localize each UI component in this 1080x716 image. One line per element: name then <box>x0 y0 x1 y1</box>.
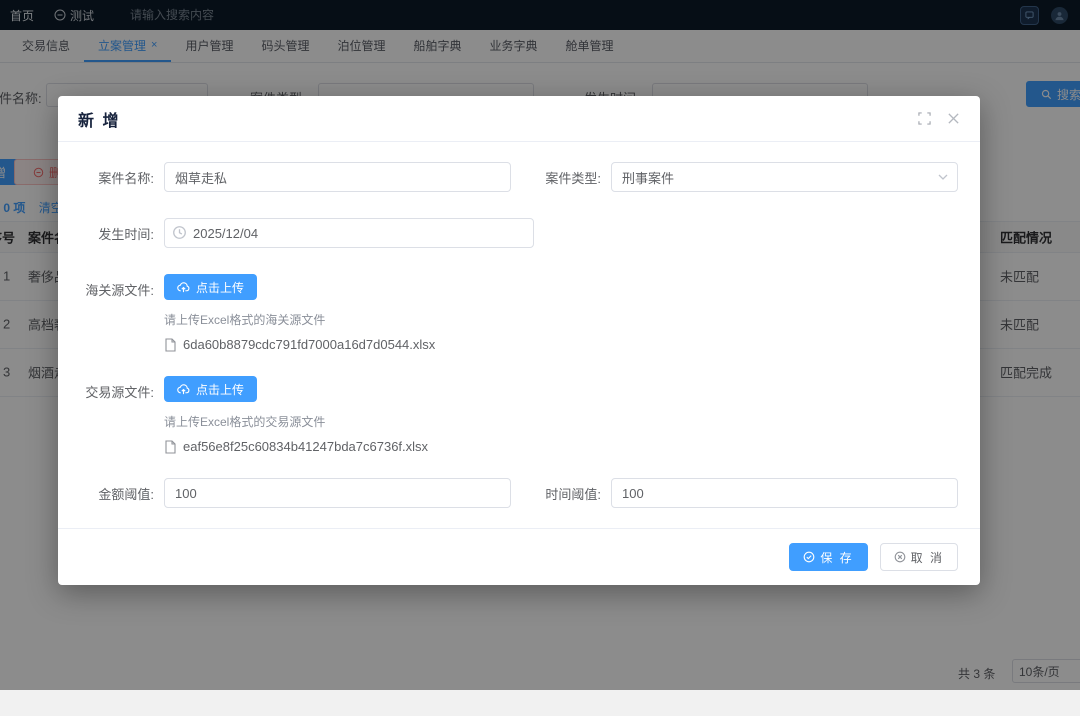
case-type-label: 案件类型: <box>529 167 611 187</box>
dialog-title: 新 增 <box>78 107 120 131</box>
cancel-button[interactable]: 取 消 <box>880 543 958 571</box>
new-case-dialog: 新 增 案件名称: 案件类型: <box>58 96 980 585</box>
time-threshold-input[interactable] <box>611 478 958 508</box>
trade-file-item[interactable]: eaf56e8f25c60834b41247bda7c6736f.xlsx <box>164 439 428 454</box>
save-button-label: 保 存 <box>820 549 853 566</box>
circle-check-icon <box>803 551 815 563</box>
customs-upload-hint: 请上传Excel格式的海关源文件 <box>164 311 325 328</box>
amount-threshold-label: 金额阈值: <box>82 483 164 503</box>
customs-upload-button[interactable]: 点击上传 <box>164 274 257 300</box>
document-icon <box>164 338 177 352</box>
upload-button-label: 点击上传 <box>196 279 244 296</box>
clock-icon <box>172 225 187 240</box>
occur-time-input[interactable] <box>164 218 534 248</box>
upload-button-label: 点击上传 <box>196 381 244 398</box>
case-name-input[interactable] <box>164 162 511 192</box>
dialog-form: 案件名称: 案件类型: 刑事案件 发生时间: <box>58 142 980 528</box>
dialog-footer: 保 存 取 消 <box>58 528 980 585</box>
customs-file-label: 海关源文件: <box>82 274 164 299</box>
case-type-select[interactable]: 刑事案件 <box>611 162 958 192</box>
dialog-header: 新 增 <box>58 96 980 142</box>
time-threshold-label: 时间阈值: <box>529 483 611 503</box>
trade-file-name: eaf56e8f25c60834b41247bda7c6736f.xlsx <box>183 439 428 454</box>
occur-time-label: 发生时间: <box>82 223 164 243</box>
trade-upload-hint: 请上传Excel格式的交易源文件 <box>164 413 325 430</box>
customs-file-item[interactable]: 6da60b8879cdc791fd7000a16d7d0544.xlsx <box>164 337 435 352</box>
circle-close-icon <box>894 551 906 563</box>
customs-file-name: 6da60b8879cdc791fd7000a16d7d0544.xlsx <box>183 337 435 352</box>
cancel-button-label: 取 消 <box>911 549 944 566</box>
document-icon <box>164 440 177 454</box>
amount-threshold-input[interactable] <box>164 478 511 508</box>
case-name-label: 案件名称: <box>82 167 164 187</box>
case-type-value: 刑事案件 <box>622 168 674 187</box>
app-window: 首页 测试 交易信息 立案管理 × 用户管理 码头管理 泊位管理 船舶字典 业务… <box>0 0 1080 690</box>
trade-file-label: 交易源文件: <box>82 376 164 401</box>
bottom-strip <box>0 690 1080 716</box>
fullscreen-icon[interactable] <box>918 112 931 125</box>
cloud-upload-icon <box>177 383 190 396</box>
chevron-down-icon <box>937 171 949 183</box>
cloud-upload-icon <box>177 281 190 294</box>
trade-upload-button[interactable]: 点击上传 <box>164 376 257 402</box>
save-button[interactable]: 保 存 <box>789 543 867 571</box>
close-icon[interactable] <box>947 112 960 125</box>
